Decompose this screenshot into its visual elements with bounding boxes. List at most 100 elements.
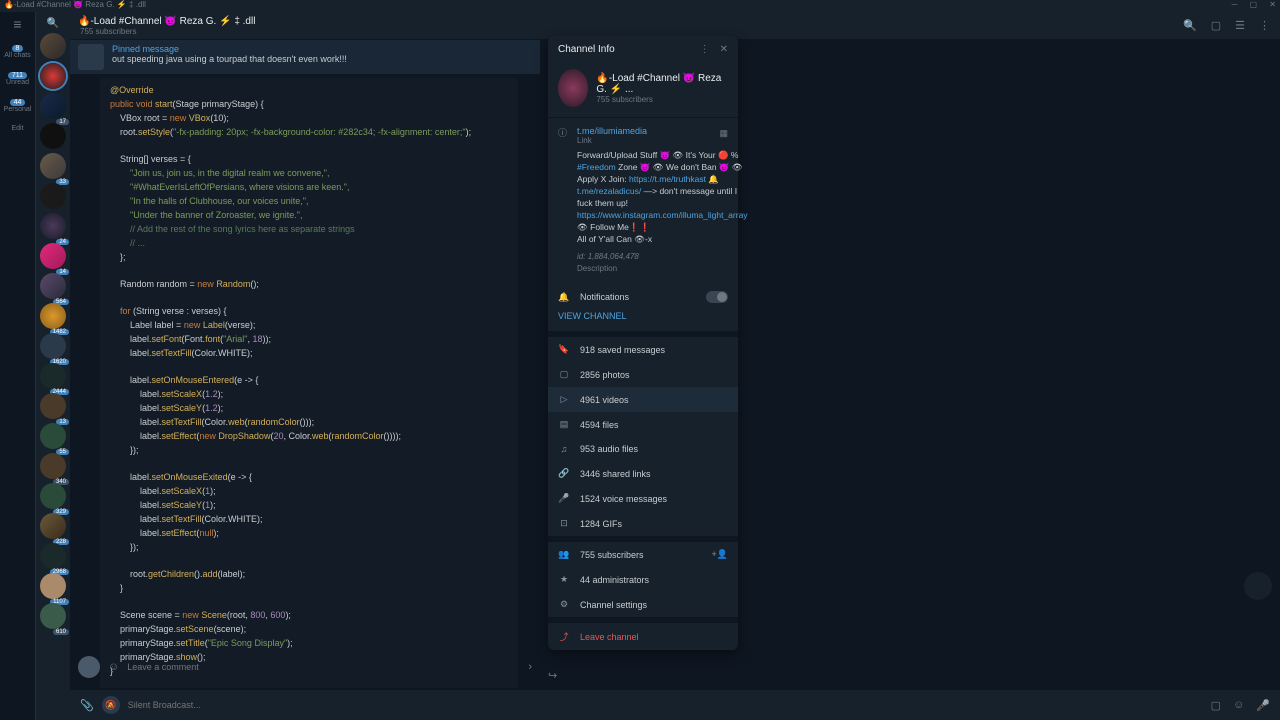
mute-icon[interactable]: 🔕 <box>102 696 120 714</box>
chat-item[interactable] <box>38 123 68 153</box>
chat-item[interactable]: 33 <box>38 153 68 183</box>
chat-subtitle: 755 subscribers <box>80 27 255 36</box>
info-icon: ⓘ <box>558 126 567 275</box>
media-icon: ⊡ <box>558 518 570 529</box>
chat-item[interactable]: 610 <box>38 603 68 633</box>
avatar <box>40 363 66 389</box>
chat-item[interactable]: 17 <box>38 93 68 123</box>
folder-all-chats[interactable]: 8 All chats <box>4 44 30 59</box>
media-icon: ▢ <box>558 369 570 380</box>
chat-item[interactable]: 1620 <box>38 333 68 363</box>
bell-icon: 🔔 <box>558 292 570 303</box>
sticker-icon[interactable]: ▢ <box>1211 699 1221 712</box>
window-close-icon[interactable]: ✕ <box>1269 0 1276 9</box>
chat-item[interactable]: 564 <box>38 273 68 303</box>
emoji-icon[interactable]: ☺ <box>108 661 119 673</box>
broadcast-bar: 📎 🔕 ▢ ☺ 🎤 <box>70 690 1280 720</box>
settings-row[interactable]: ⚙ Channel settings <box>548 592 738 617</box>
qr-icon[interactable]: ▦ <box>719 128 728 139</box>
chat-item[interactable]: 228 <box>38 513 68 543</box>
avatar <box>40 423 66 449</box>
unread-badge: 610 <box>53 629 69 635</box>
chat-item[interactable] <box>38 63 68 93</box>
send-icon[interactable]: › <box>528 661 532 673</box>
notif-toggle[interactable] <box>706 291 728 303</box>
window-titlebar: 🔥-Load #Channel 😈 Reza G. ⚡ ‡ .dll ─ ▢ ✕ <box>0 0 1280 12</box>
emoji2-icon[interactable]: ☺ <box>1233 699 1244 712</box>
media-icon: 🔖 <box>558 344 570 355</box>
media-row[interactable]: 🔗3446 shared links <box>548 461 738 486</box>
channel-description: Forward/Upload Stuff 😈 👁 It's Your 🔴 % #… <box>577 149 748 275</box>
avatar <box>40 273 66 299</box>
admin-icon: ★ <box>558 574 570 585</box>
chat-area: Pinned message out speeding java using a… <box>70 40 540 688</box>
leave-row[interactable]: ⤴ Leave channel <box>548 623 738 650</box>
channel-avatar[interactable] <box>558 69 588 107</box>
media-row[interactable]: 🔖918 saved messages <box>548 337 738 362</box>
chat-item[interactable]: 1107 <box>38 573 68 603</box>
media-icon: ▷ <box>558 394 570 405</box>
forward-icon[interactable]: ↪ <box>548 669 557 682</box>
avatar <box>40 513 66 539</box>
media-row[interactable]: ▢2856 photos <box>548 362 738 387</box>
code-block[interactable]: @Override public void start(Stage primar… <box>100 78 518 688</box>
avatar <box>40 393 66 419</box>
admins-row[interactable]: ★ 44 administrators <box>548 567 738 592</box>
chat-item[interactable]: 2444 <box>38 363 68 393</box>
avatar <box>40 93 66 119</box>
window-title: 🔥-Load #Channel 😈 Reza G. ⚡ ‡ .dll <box>4 0 146 12</box>
menu-icon[interactable]: ≡ <box>13 16 21 32</box>
channel-subs: 755 subscribers <box>596 95 728 104</box>
panel-close-icon[interactable]: ✕ <box>720 44 728 55</box>
media-row[interactable]: ⊡1284 GIFs <box>548 511 738 536</box>
window-max-icon[interactable]: ▢ <box>1250 0 1258 9</box>
comment-input[interactable] <box>127 662 520 672</box>
avatar <box>40 483 66 509</box>
media-row[interactable]: ♫953 audio files <box>548 437 738 461</box>
media-row[interactable]: 🎤1524 voice messages <box>548 486 738 511</box>
chat-item[interactable]: 340 <box>38 453 68 483</box>
chat-item[interactable]: 55 <box>38 423 68 453</box>
add-user-icon[interactable]: +👤 <box>712 549 728 560</box>
scroll-down-button[interactable] <box>1244 572 1272 600</box>
avatar <box>40 303 66 329</box>
chat-item[interactable]: 329 <box>38 483 68 513</box>
broadcast-input[interactable] <box>128 700 1203 710</box>
subscribers-row[interactable]: 👥 755 subscribers +👤 <box>548 542 738 567</box>
header-more-icon[interactable]: ⋮ <box>1259 19 1270 32</box>
header-search-icon[interactable]: 🔍 <box>1183 19 1197 32</box>
chat-item[interactable]: 2968 <box>38 543 68 573</box>
media-icon: ♫ <box>558 444 570 454</box>
channel-name: 🔥-Load #Channel 😈 Reza G. ⚡ ... <box>596 73 728 95</box>
chat-item[interactable] <box>38 33 68 63</box>
attach-icon[interactable]: 📎 <box>80 699 94 712</box>
pinned-message[interactable]: Pinned message out speeding java using a… <box>70 40 540 74</box>
chat-item[interactable] <box>38 183 68 213</box>
folder-personal[interactable]: 44 Personal <box>4 98 32 113</box>
people-icon: 👥 <box>558 549 570 560</box>
chat-item[interactable]: 1482 <box>38 303 68 333</box>
header-side-icon[interactable]: ☰ <box>1235 19 1245 32</box>
media-row[interactable]: ▷4961 videos <box>548 387 738 412</box>
media-icon: 🎤 <box>558 493 570 504</box>
chat-item[interactable]: 13 <box>38 393 68 423</box>
header-call-icon[interactable]: ▢ <box>1211 19 1221 32</box>
voice-icon[interactable]: 🎤 <box>1256 699 1270 712</box>
panel-title: Channel Info <box>558 44 615 55</box>
folder-edit[interactable]: Edit <box>11 125 23 132</box>
avatar <box>40 603 66 629</box>
avatar <box>40 123 66 149</box>
chat-item[interactable]: 24 <box>38 213 68 243</box>
comment-bar: ☺ › <box>70 652 540 682</box>
gear-icon: ⚙ <box>558 599 570 610</box>
panel-more-icon[interactable]: ⋮ <box>700 44 710 55</box>
folder-unread[interactable]: 711 Unread <box>6 71 29 86</box>
chat-item[interactable]: 14 <box>38 243 68 273</box>
media-icon: ▤ <box>558 419 570 430</box>
view-channel-button[interactable]: VIEW CHANNEL <box>548 311 738 331</box>
search-icon[interactable]: 🔍 <box>47 18 59 29</box>
media-row[interactable]: ▤4594 files <box>548 412 738 437</box>
pinned-thumb <box>78 44 104 70</box>
window-min-icon[interactable]: ─ <box>1232 0 1238 9</box>
comment-avatar <box>78 656 100 678</box>
